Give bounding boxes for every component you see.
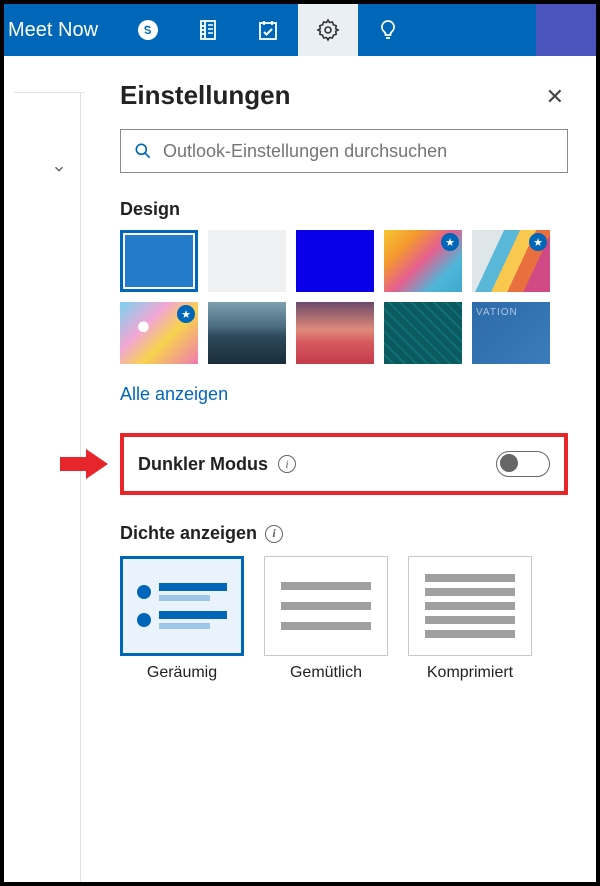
settings-icon[interactable]	[298, 4, 358, 56]
theme-tile-unicorn[interactable]	[120, 302, 198, 364]
density-roomy-label: Geräumig	[147, 664, 217, 682]
dark-mode-row: Dunkler Modus i	[120, 433, 568, 495]
settings-panel: ✕ Einstellungen Design	[84, 56, 596, 882]
tips-icon[interactable]	[358, 4, 418, 56]
search-icon	[133, 141, 153, 161]
skype-icon[interactable]	[118, 4, 178, 56]
density-cozy-label: Gemütlich	[290, 664, 362, 682]
search-box[interactable]	[120, 129, 568, 173]
theme-tile-rainbow[interactable]	[384, 230, 462, 292]
info-icon[interactable]: i	[265, 525, 283, 543]
dark-mode-toggle[interactable]	[496, 451, 550, 477]
premium-badge-icon	[529, 233, 547, 251]
dark-mode-label: Dunkler Modus	[138, 454, 268, 475]
teams-button[interactable]	[536, 4, 596, 56]
theme-tile-blueprint[interactable]: VATION	[472, 302, 550, 364]
todo-icon[interactable]	[238, 4, 298, 56]
annotation-arrow-icon	[60, 451, 110, 477]
theme-tile-circuit[interactable]	[384, 302, 462, 364]
density-compact[interactable]: Komprimiert	[408, 556, 532, 682]
meet-now-button[interactable]: Meet Now	[4, 19, 98, 42]
theme-tile-light[interactable]	[208, 230, 286, 292]
close-button[interactable]: ✕	[546, 84, 564, 110]
premium-badge-icon	[441, 233, 459, 251]
theme-tile-blue[interactable]	[296, 230, 374, 292]
design-label: Design	[120, 199, 568, 220]
info-icon[interactable]: i	[278, 455, 296, 473]
theme-tile-ribbon[interactable]	[472, 230, 550, 292]
density-options: Geräumig Gemütlich Komprimiert	[120, 556, 568, 682]
notes-icon[interactable]	[178, 4, 238, 56]
premium-badge-icon	[177, 305, 195, 323]
theme-tile-default[interactable]	[120, 230, 198, 292]
theme-tile-sunset[interactable]	[296, 302, 374, 364]
theme-grid: VATION	[120, 230, 568, 364]
panel-title: Einstellungen	[120, 80, 568, 111]
density-label: Dichte anzeigen i	[120, 523, 568, 544]
density-compact-label: Komprimiert	[427, 664, 513, 682]
theme-tile-mountain[interactable]	[208, 302, 286, 364]
search-input[interactable]	[163, 141, 555, 162]
density-roomy[interactable]: Geräumig	[120, 556, 244, 682]
show-all-link[interactable]: Alle anzeigen	[120, 384, 568, 405]
top-bar: Meet Now	[4, 4, 596, 56]
chevron-down-icon[interactable]	[52, 162, 66, 181]
density-cozy[interactable]: Gemütlich	[264, 556, 388, 682]
